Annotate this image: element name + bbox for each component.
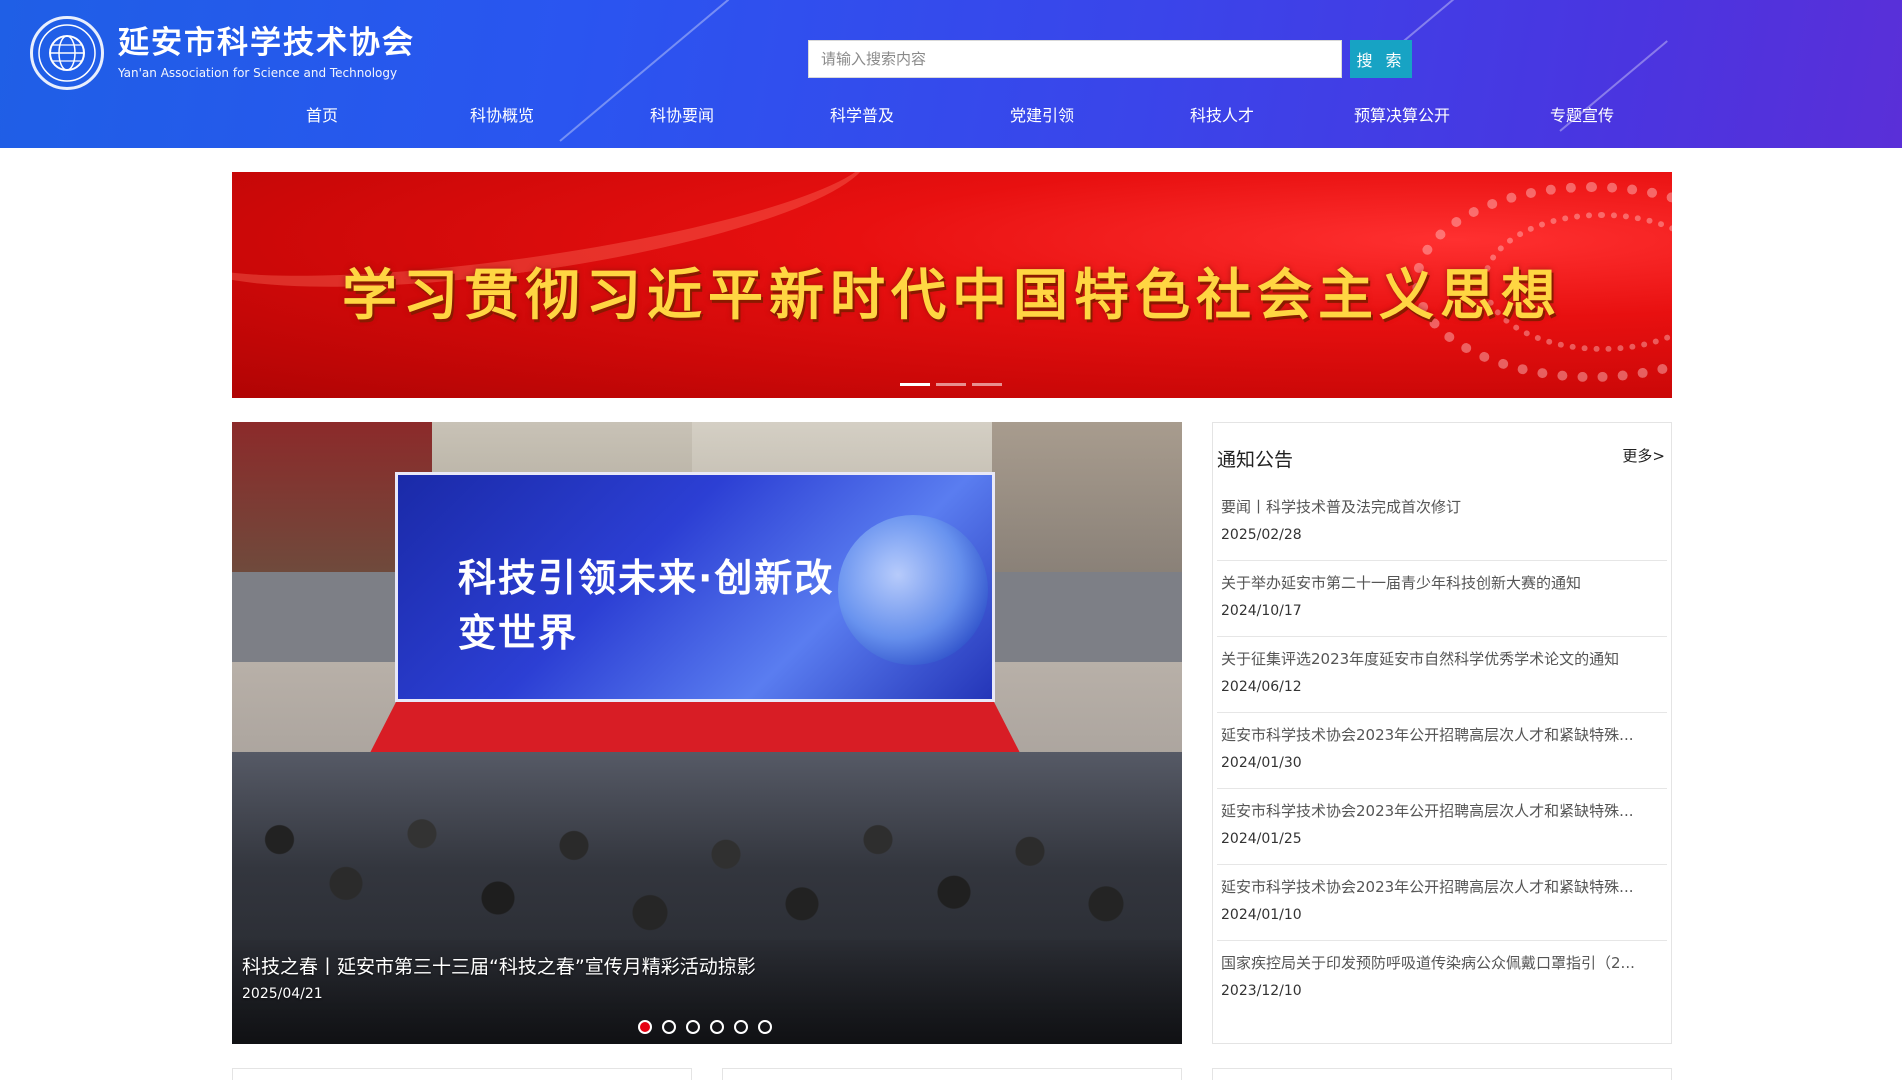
notice-date: 2024/01/10 (1221, 907, 1302, 923)
nav-item-science-popularization[interactable]: 科学普及 (772, 100, 952, 132)
site-name: 延安市科学技术协会 (118, 25, 415, 61)
notice-title[interactable]: 关于举办延安市第二十一届青少年科技创新大赛的通知 (1221, 572, 1667, 594)
list-item[interactable]: 延安市科学技术协会2023年公开招聘高层次人才和紧缺特殊... 2024/01/… (1217, 789, 1667, 865)
notice-date: 2023/12/10 (1221, 983, 1302, 999)
nav-item-overview[interactable]: 科协概览 (412, 100, 592, 132)
notice-panel-title: 通知公告 (1217, 449, 1294, 471)
search-button[interactable]: 搜 索 (1350, 40, 1412, 78)
carousel-pagination (638, 1020, 782, 1034)
list-item[interactable]: 延安市科学技术协会2023年公开招聘高层次人才和紧缺特殊... 2024/01/… (1217, 713, 1667, 789)
nav-item-home[interactable]: 首页 (232, 100, 412, 132)
notice-title[interactable]: 延安市科学技术协会2023年公开招聘高层次人才和紧缺特殊... (1221, 800, 1667, 822)
news-photo-carousel[interactable]: 科技引领未来·创新改变世界 科技之春丨延安市第三十三届“科技之春”宣传月精彩活动… (232, 422, 1182, 1044)
list-item[interactable]: 关于征集评选2023年度延安市自然科学优秀学术论文的通知 2024/06/12 (1217, 637, 1667, 713)
carousel-dot[interactable] (710, 1020, 724, 1034)
notice-date: 2024/06/12 (1221, 679, 1302, 695)
banner-dot[interactable] (936, 383, 966, 386)
notice-date: 2024/10/17 (1221, 603, 1302, 619)
carousel-dot[interactable] (638, 1020, 652, 1034)
list-item[interactable]: 延安市科学技术协会2023年公开招聘高层次人才和紧缺特殊... 2024/01/… (1217, 865, 1667, 941)
globe-icon (838, 515, 988, 665)
notice-date: 2024/01/25 (1221, 831, 1302, 847)
carousel-caption[interactable]: 科技之春丨延安市第三十三届“科技之春”宣传月精彩活动掠影 (242, 952, 756, 979)
photo-building (992, 422, 1182, 572)
notice-title[interactable]: 关于征集评选2023年度延安市自然科学优秀学术论文的通知 (1221, 648, 1667, 670)
hero-banner[interactable]: 学习贯彻习近平新时代中国特色社会主义思想 (232, 172, 1672, 398)
nav-item-budget-disclosure[interactable]: 预算决算公开 (1312, 100, 1492, 132)
notice-title[interactable]: 国家疾控局关于印发预防呼吸道传染病公众佩戴口罩指引（2... (1221, 952, 1667, 974)
banner-dot[interactable] (972, 383, 1002, 386)
carousel-dot[interactable] (662, 1020, 676, 1034)
site-logo[interactable]: 延安市科学技术协会 Yan'an Association for Science… (30, 16, 415, 90)
nav-item-news[interactable]: 科协要闻 (592, 100, 772, 132)
carousel-dot[interactable] (734, 1020, 748, 1034)
list-item[interactable]: 要闻丨科学技术普及法完成首次修订 2025/02/28 (1217, 485, 1667, 561)
nav-item-party-building[interactable]: 党建引领 (952, 100, 1132, 132)
notice-title[interactable]: 延安市科学技术协会2023年公开招聘高层次人才和紧缺特殊... (1221, 724, 1667, 746)
content-card (722, 1068, 1182, 1080)
notice-title[interactable]: 要闻丨科学技术普及法完成首次修订 (1221, 496, 1667, 518)
nav-item-special-topics[interactable]: 专题宣传 (1492, 100, 1672, 132)
notice-date: 2025/02/28 (1221, 527, 1302, 543)
association-emblem-icon (30, 16, 104, 90)
banner-dot[interactable] (900, 383, 930, 386)
content-card (1212, 1068, 1672, 1080)
carousel-dot[interactable] (758, 1020, 772, 1034)
search-bar: 搜 索 (808, 40, 1412, 78)
photo-backdrop: 科技引领未来·创新改变世界 (395, 472, 995, 702)
photo-backdrop-slogan: 科技引领未来·创新改变世界 (458, 556, 835, 655)
list-item[interactable]: 国家疾控局关于印发预防呼吸道传染病公众佩戴口罩指引（2... 2023/12/1… (1217, 941, 1667, 1017)
site-name-english: Yan'an Association for Science and Techn… (118, 66, 398, 80)
notice-title[interactable]: 延安市科学技术协会2023年公开招聘高层次人才和紧缺特殊... (1221, 876, 1667, 898)
banner-title: 学习贯彻习近平新时代中国特色社会主义思想 (341, 263, 1562, 327)
site-header: 延安市科学技术协会 Yan'an Association for Science… (0, 0, 1902, 148)
nav-item-talent[interactable]: 科技人才 (1132, 100, 1312, 132)
notice-panel: 通知公告 更多> 要闻丨科学技术普及法完成首次修订 2025/02/28 关于举… (1212, 422, 1672, 1044)
main-nav: 首页 科协概览 科协要闻 科学普及 党建引领 科技人才 预算决算公开 专题宣传 (232, 100, 1672, 134)
carousel-date: 2025/04/21 (242, 986, 323, 1002)
notice-list: 要闻丨科学技术普及法完成首次修订 2025/02/28 关于举办延安市第二十一届… (1217, 485, 1667, 1017)
carousel-dot[interactable] (686, 1020, 700, 1034)
list-item[interactable]: 关于举办延安市第二十一届青少年科技创新大赛的通知 2024/10/17 (1217, 561, 1667, 637)
notice-date: 2024/01/30 (1221, 755, 1302, 771)
banner-pagination (900, 383, 1008, 386)
search-input[interactable] (808, 40, 1342, 78)
more-link[interactable]: 更多> (1622, 445, 1665, 466)
content-card (232, 1068, 692, 1080)
